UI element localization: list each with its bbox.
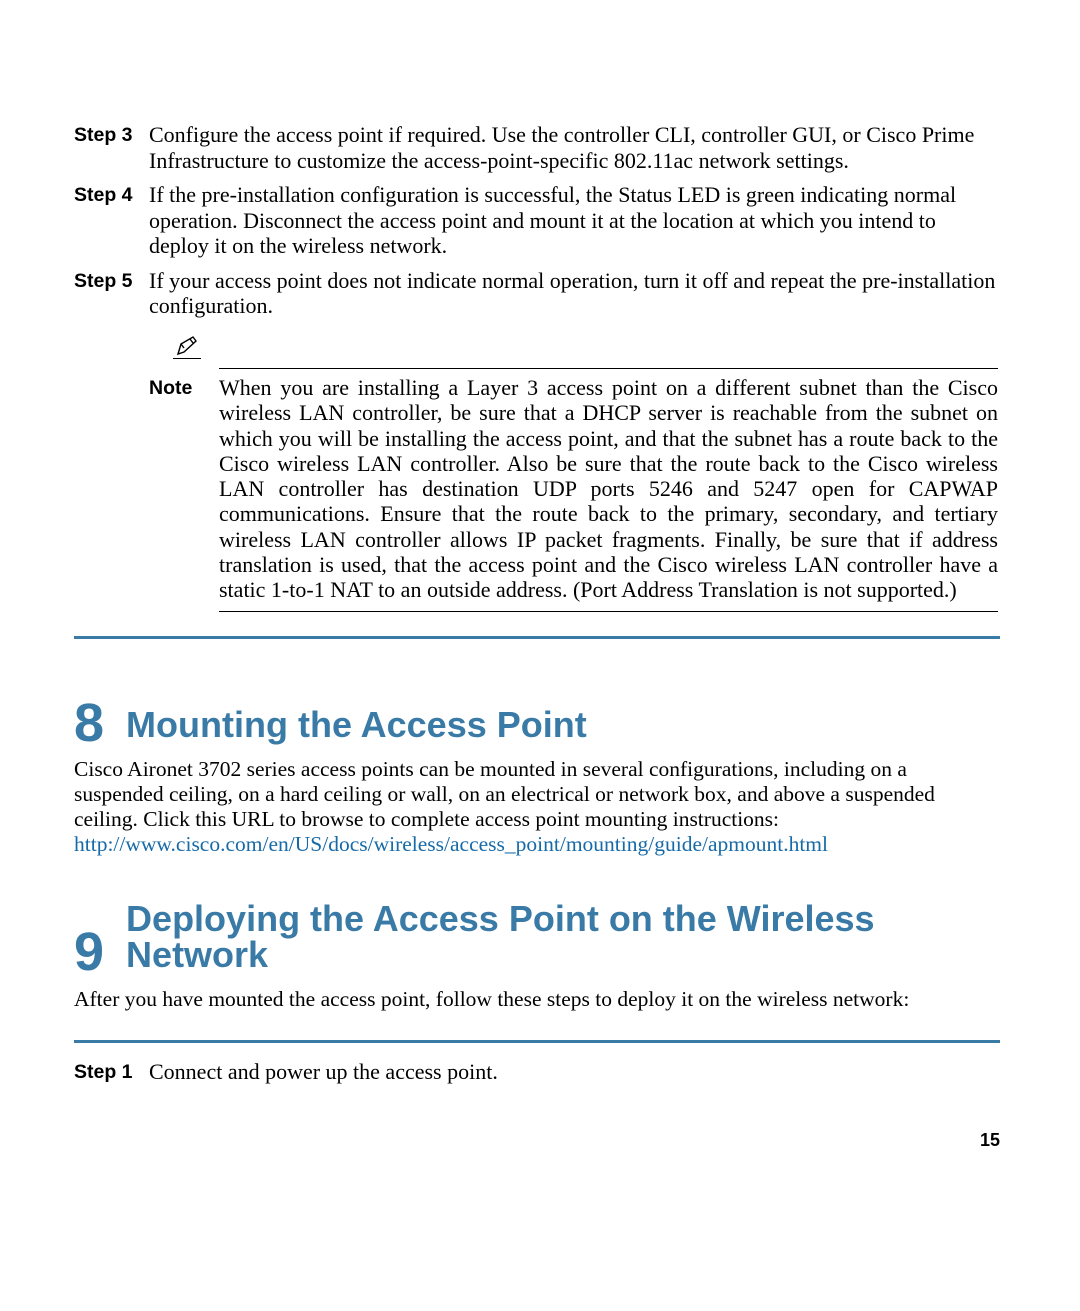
step-label: Step 4 <box>74 182 149 206</box>
section-title: Deploying the Access Point on the Wirele… <box>126 901 1000 977</box>
page: Step 3 Configure the access point if req… <box>0 0 1080 1311</box>
section-number: 9 <box>74 928 104 977</box>
step-row: Step 5 If your access point does not ind… <box>74 268 1000 319</box>
mounting-guide-link[interactable]: http://www.cisco.com/en/US/docs/wireless… <box>74 832 828 856</box>
section-number: 8 <box>74 699 104 748</box>
note-block: Note When you are installing a Layer 3 a… <box>149 335 1000 612</box>
section-body-9: After you have mounted the access point,… <box>74 987 1000 1012</box>
section-divider <box>74 636 1000 639</box>
step-text: Connect and power up the access point. <box>149 1059 1000 1085</box>
step-text: If your access point does not indicate n… <box>149 268 1000 319</box>
section-heading-8: 8 Mounting the Access Point <box>74 699 1000 748</box>
step-label: Step 5 <box>74 268 149 292</box>
step-text: Configure the access point if required. … <box>149 122 1000 173</box>
step-row: Step 1 Connect and power up the access p… <box>74 1059 1000 1085</box>
step-label: Step 1 <box>74 1059 149 1083</box>
section-heading-9: 9 Deploying the Access Point on the Wire… <box>74 901 1000 977</box>
step-text: If the pre-installation configuration is… <box>149 182 1000 259</box>
step-row: Step 3 Configure the access point if req… <box>74 122 1000 173</box>
step-label: Step 3 <box>74 122 149 146</box>
section-body-text: Cisco Aironet 3702 series access points … <box>74 757 935 831</box>
steps-list-bottom: Step 1 Connect and power up the access p… <box>74 1059 1000 1085</box>
note-text: When you are installing a Layer 3 access… <box>219 375 998 603</box>
note-label: Note <box>149 375 219 399</box>
steps-list-top: Step 3 Configure the access point if req… <box>74 122 1000 319</box>
note-icon-row <box>173 335 1000 364</box>
section-divider <box>74 1040 1000 1043</box>
step-row: Step 4 If the pre-installation configura… <box>74 182 1000 259</box>
pencil-note-icon <box>173 335 201 359</box>
section-body-8: Cisco Aironet 3702 series access points … <box>74 757 1000 857</box>
note-body: Note When you are installing a Layer 3 a… <box>219 368 998 612</box>
section-title: Mounting the Access Point <box>126 707 587 747</box>
page-number: 15 <box>980 1130 1000 1151</box>
